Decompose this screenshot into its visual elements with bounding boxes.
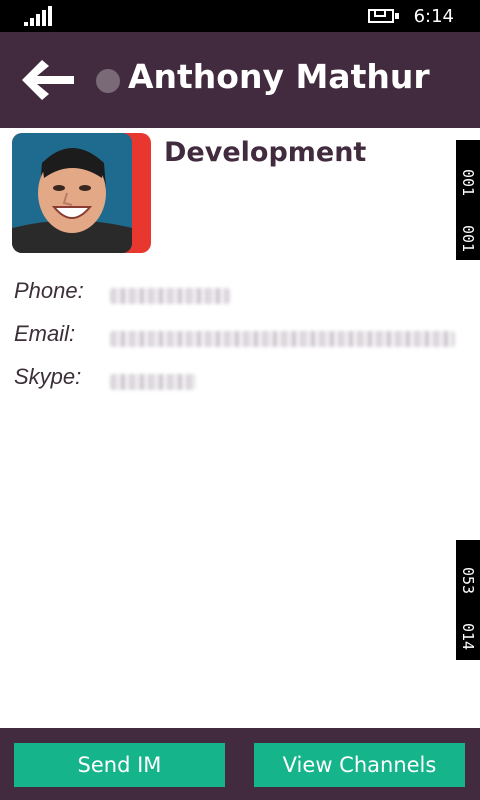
phone-label: Phone: [14,278,84,303]
skype-value-redacted[interactable] [110,374,196,390]
view-channels-button[interactable]: View Channels [254,743,465,787]
phone-value-redacted[interactable] [110,288,230,304]
email-value-redacted[interactable] [110,331,455,347]
contact-header: Anthony Mathur [0,32,480,128]
side-tag-top-second: 001 [459,225,477,253]
side-tag-bottom-second: 014 [459,623,477,651]
send-im-button[interactable]: Send IM [14,743,225,787]
back-button[interactable] [18,56,78,104]
status-bar: 6:14 [0,0,480,32]
battery-charging-icon [368,9,400,23]
avatar-frame [12,133,151,253]
contact-avatar-image [12,133,132,253]
skype-label: Skype: [14,364,82,389]
presence-status-icon [96,69,120,93]
action-bar: Send IM View Channels [0,728,480,800]
signal-strength-icon [24,6,54,26]
status-time: 6:14 [413,6,454,27]
email-label: Email: [14,321,76,346]
skype-row: Skype: [14,364,314,394]
contact-name: Anthony Mathur [128,57,430,96]
side-tag-top: 001 001 [456,140,480,260]
department-label: Development [164,137,367,168]
email-row: Email: [14,321,464,351]
side-tag-top-first: 001 [459,169,477,197]
side-tag-bottom: 053 014 [456,540,480,660]
phone-row: Phone: [14,278,314,308]
side-tag-bottom-first: 053 [459,567,477,595]
back-arrow-icon [22,60,74,100]
